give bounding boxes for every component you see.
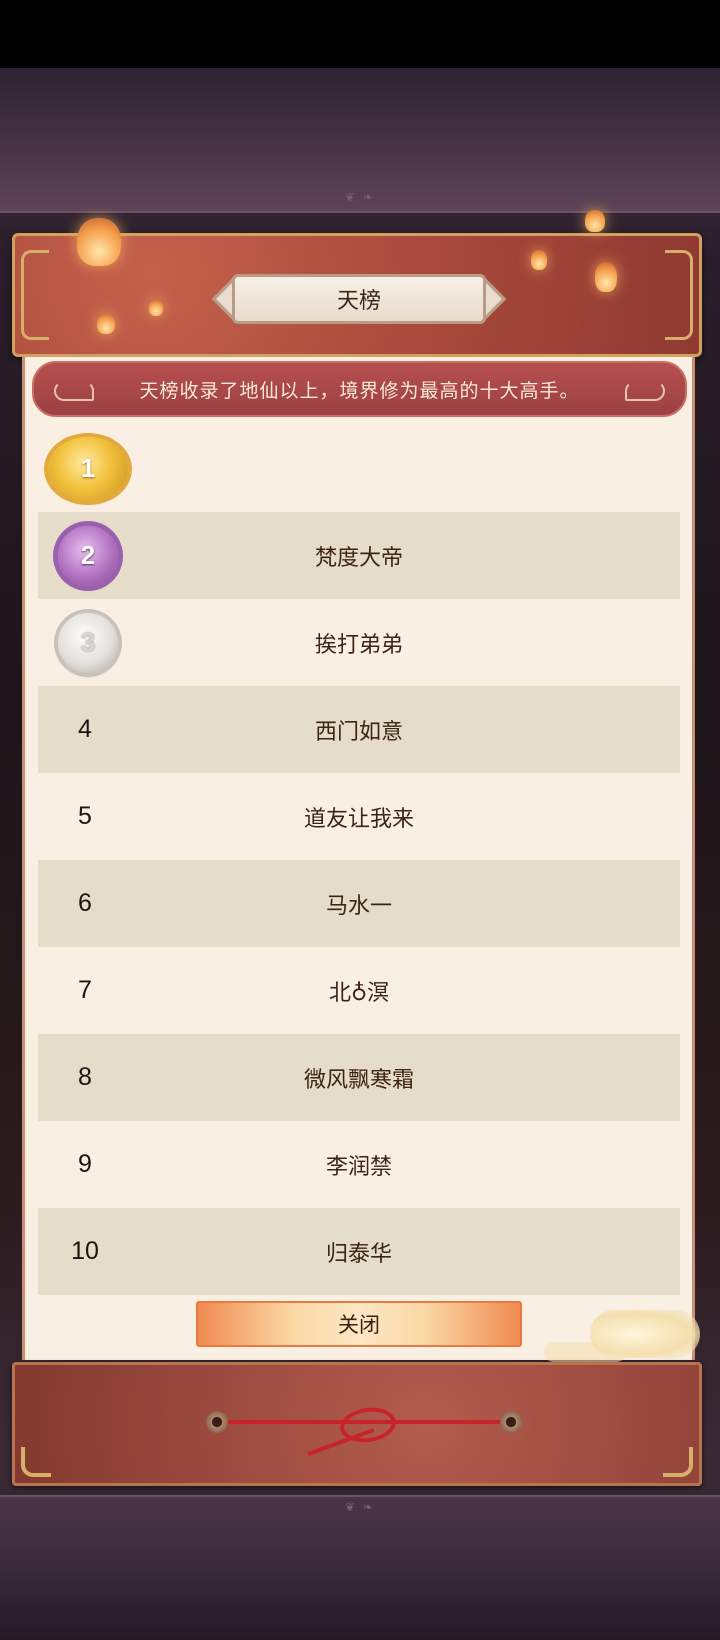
ranking-row[interactable]: 8 微风飘寒霜	[38, 1034, 680, 1121]
player-name: 李润禁	[325, 1154, 392, 1180]
rank-number: 9	[78, 1150, 92, 1178]
rank-number: 6	[78, 889, 92, 917]
player-name: 梵度大帝	[314, 545, 403, 571]
ranking-row[interactable]: 7 北♁溟	[38, 947, 680, 1034]
corner-ornament-icon	[21, 1447, 51, 1477]
rank-number: 4	[78, 715, 92, 743]
player-name: 马水一	[325, 893, 392, 919]
ranking-row[interactable]: 2 梵度大帝	[38, 512, 680, 599]
player-name: 归泰华	[325, 1241, 392, 1267]
ranking-row[interactable]: 5 道友让我来	[38, 773, 680, 860]
ranking-row[interactable]: 3 挨打弟弟	[38, 599, 680, 686]
bottom-frame-band	[0, 1495, 720, 1640]
player-name: 北♁溟	[328, 980, 390, 1006]
cloud-icon	[54, 381, 94, 401]
purple-medal-icon: 2	[58, 525, 118, 586]
description-banner: 天榜收录了地仙以上，境界修为最高的十大高手。	[32, 361, 687, 417]
description-text: 天榜收录了地仙以上，境界修为最高的十大高手。	[139, 379, 580, 402]
rope-peg-icon	[500, 1411, 522, 1433]
ranking-row[interactable]: 4 西门如意	[38, 686, 680, 773]
bottom-ornament-icon: ❦ ❧	[345, 1500, 375, 1514]
player-name: 微风飘寒霜	[303, 1067, 414, 1093]
corner-ornament-icon	[663, 1447, 693, 1477]
ranking-row[interactable]: 6 马水一	[38, 860, 680, 947]
rope-peg-icon	[206, 1411, 228, 1433]
lantern-icon	[585, 210, 605, 232]
cloud-icon	[625, 381, 665, 401]
lantern-icon	[97, 314, 115, 334]
lantern-icon	[531, 250, 547, 270]
corner-ornament-icon	[21, 250, 49, 340]
player-name: 道友让我来	[303, 806, 414, 832]
silver-medal-icon: 3	[58, 612, 118, 673]
lantern-icon	[77, 218, 121, 266]
ranking-row[interactable]: 1	[38, 425, 680, 512]
close-button[interactable]: 关闭	[196, 1301, 522, 1347]
rank-number: 7	[78, 976, 92, 1004]
rank-number: 5	[78, 802, 92, 830]
rank-number: 8	[78, 1063, 92, 1091]
lantern-icon	[595, 262, 617, 292]
lantern-icon	[149, 300, 163, 316]
cloud-decoration-icon	[590, 1310, 700, 1358]
ranking-list[interactable]: 1 2 梵度大帝 3 挨打弟弟 4 西门如意 5 道友让我来 6 马水一 7 北…	[38, 425, 680, 1295]
gold-medal-icon: 1	[48, 436, 128, 501]
status-bar	[0, 0, 720, 68]
dialog-title: 天榜	[232, 274, 486, 324]
top-ornament-icon: ❦ ❧	[345, 190, 375, 204]
player-name: 挨打弟弟	[314, 632, 403, 658]
ranking-row[interactable]: 9 李润禁	[38, 1121, 680, 1208]
player-name: 西门如意	[314, 719, 403, 745]
corner-ornament-icon	[665, 250, 693, 340]
rank-number: 10	[71, 1237, 99, 1265]
ranking-row[interactable]: 10 归泰华	[38, 1208, 680, 1295]
